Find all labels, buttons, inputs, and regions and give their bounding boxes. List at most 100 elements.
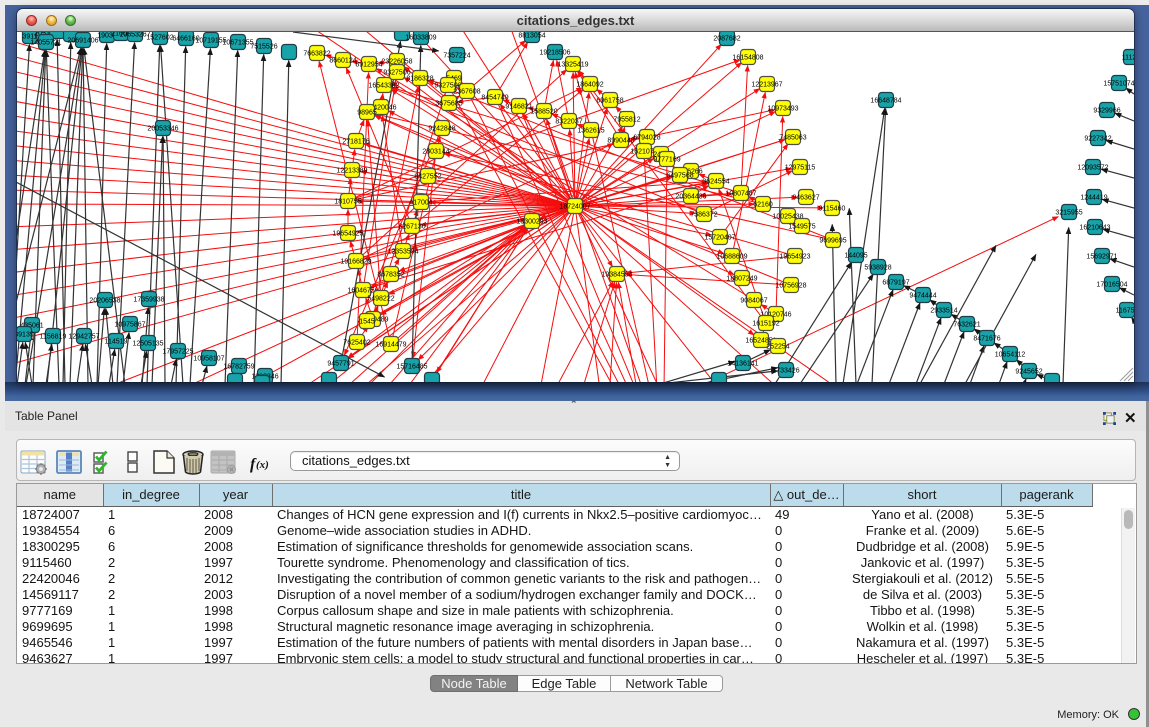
svg-text:3675685: 3675685 [435, 101, 462, 108]
svg-text:8660124: 8660124 [329, 58, 356, 65]
svg-text:39139: 39139 [17, 332, 34, 339]
svg-text:15692971: 15692971 [1086, 254, 1117, 261]
svg-text:1545: 1545 [359, 319, 375, 326]
svg-text:6794028: 6794028 [633, 135, 660, 142]
svg-text:18300293: 18300293 [516, 219, 547, 226]
svg-text:(x): (x) [256, 459, 269, 471]
svg-text:8427552: 8427552 [414, 174, 441, 181]
svg-text:7955812: 7955812 [613, 117, 640, 124]
svg-text:9474444: 9474444 [909, 293, 936, 300]
svg-text:1362615: 1362615 [577, 128, 604, 135]
svg-text:10671355: 10671355 [222, 40, 253, 47]
svg-text:7632621: 7632621 [953, 322, 980, 329]
svg-text:12213967: 12213967 [751, 82, 782, 89]
svg-text:2367608: 2367608 [453, 89, 480, 96]
svg-text:16154808: 16154808 [732, 55, 763, 62]
svg-text:1615192: 1615192 [752, 321, 779, 328]
svg-text:20053346: 20053346 [147, 126, 178, 133]
svg-text:16914479: 16914479 [375, 342, 406, 349]
svg-text:12975115: 12975115 [785, 165, 816, 172]
svg-text:7357224: 7357224 [443, 53, 470, 60]
svg-text:9242848: 9242848 [428, 126, 455, 133]
svg-text:1810755: 1810755 [334, 199, 361, 206]
svg-text:2087682: 2087682 [713, 36, 740, 43]
svg-text:2803144: 2803144 [422, 149, 449, 156]
svg-text:1549575: 1549575 [788, 224, 815, 231]
svg-text:8186328: 8186328 [406, 76, 433, 83]
svg-text:3624554: 3624554 [702, 179, 729, 186]
svg-text:2933514: 2933514 [930, 308, 957, 315]
svg-text:14136141: 14136141 [727, 361, 758, 368]
svg-text:1733426: 1733426 [772, 368, 799, 375]
svg-text:20364436: 20364436 [675, 194, 706, 201]
svg-text:16033809: 16033809 [405, 35, 436, 42]
svg-text:19384554: 19384554 [601, 272, 632, 279]
svg-text:8813054: 8813054 [518, 33, 545, 40]
svg-text:9457791: 9457791 [327, 361, 354, 368]
svg-text:9084067: 9084067 [740, 298, 767, 305]
svg-text:15716485: 15716485 [396, 364, 427, 371]
svg-text:12505135: 12505135 [132, 341, 163, 348]
svg-text:15751074: 15751074 [1103, 81, 1134, 88]
svg-text:9463627: 9463627 [792, 195, 819, 202]
svg-text:18724007: 18724007 [559, 204, 590, 211]
svg-text:8990448: 8990448 [607, 138, 634, 145]
svg-text:417004: 417004 [409, 200, 432, 207]
svg-text:9227342: 9227342 [1084, 136, 1111, 143]
svg-text:1527602: 1527602 [146, 35, 173, 42]
svg-text:10973493: 10973493 [767, 106, 798, 113]
svg-text:7663822: 7663822 [303, 51, 330, 58]
svg-text:17359938: 17359938 [133, 297, 164, 304]
svg-text:10807487: 10807487 [725, 191, 756, 198]
svg-text:7485063: 7485063 [779, 135, 806, 142]
svg-text:9115460: 9115460 [819, 206, 846, 213]
svg-text:14055721: 14055721 [30, 40, 61, 47]
svg-text:17957225: 17957225 [162, 349, 193, 356]
svg-text:12093572: 12093572 [1077, 165, 1108, 172]
svg-text:20691406: 20691406 [67, 38, 98, 45]
svg-text:11123: 11123 [1122, 55, 1134, 62]
svg-text:16648784: 16648784 [870, 98, 901, 105]
svg-text:8267130: 8267130 [398, 224, 425, 231]
svg-text:8678352: 8678352 [377, 272, 404, 279]
svg-text:9146821: 9146821 [505, 104, 532, 111]
svg-text:8322037: 8322037 [555, 119, 582, 126]
svg-text:6879197: 6879197 [882, 280, 909, 287]
svg-text:1244419: 1244419 [1080, 195, 1107, 202]
svg-text:18807249: 18807249 [726, 276, 757, 283]
svg-text:144095: 144095 [844, 253, 867, 260]
svg-text:19654925: 19654925 [332, 231, 363, 238]
svg-text:13325419: 13325419 [557, 62, 588, 69]
svg-text:15720407: 15720407 [704, 235, 735, 242]
svg-text:8912954: 8912954 [355, 62, 382, 69]
svg-text:10688609: 10688609 [716, 254, 747, 261]
svg-text:116753: 116753 [1116, 308, 1134, 315]
svg-text:12942757: 12942757 [68, 334, 99, 341]
svg-text:20206538: 20206538 [89, 298, 120, 305]
svg-text:19166829: 19166829 [340, 259, 371, 266]
svg-text:6497568: 6497568 [666, 173, 693, 180]
svg-text:16210643: 16210643 [1079, 225, 1110, 232]
svg-text:16782759: 16782759 [223, 364, 254, 371]
svg-text:9245652: 9245652 [1015, 369, 1042, 376]
svg-text:19654923: 19654923 [779, 254, 810, 261]
svg-text:8454749: 8454749 [481, 95, 508, 102]
svg-text:5498222: 5498222 [367, 296, 394, 303]
svg-text:19218506: 19218506 [539, 50, 570, 57]
svg-text:1588520: 1588520 [530, 109, 557, 116]
svg-text:252254: 252254 [766, 344, 789, 351]
svg-text:10654112: 10654112 [995, 352, 1026, 359]
svg-text:1156819: 1156819 [40, 334, 67, 341]
svg-text:3215955: 3215955 [1055, 210, 1082, 217]
svg-text:1864092: 1864092 [576, 82, 603, 89]
svg-text:7386372: 7386372 [690, 212, 717, 219]
svg-text:6961758: 6961758 [596, 98, 623, 105]
svg-text:16543382: 16543382 [368, 83, 399, 90]
svg-text:9329966: 9329966 [1093, 108, 1120, 115]
svg-text:8471676: 8471676 [973, 336, 1000, 343]
svg-text:98965: 98965 [357, 110, 377, 117]
svg-text:12213389: 12213389 [336, 168, 367, 175]
svg-text:10958107: 10958107 [193, 356, 224, 363]
svg-text:9699695: 9699695 [819, 238, 846, 245]
svg-text:7625402: 7625402 [343, 340, 370, 347]
